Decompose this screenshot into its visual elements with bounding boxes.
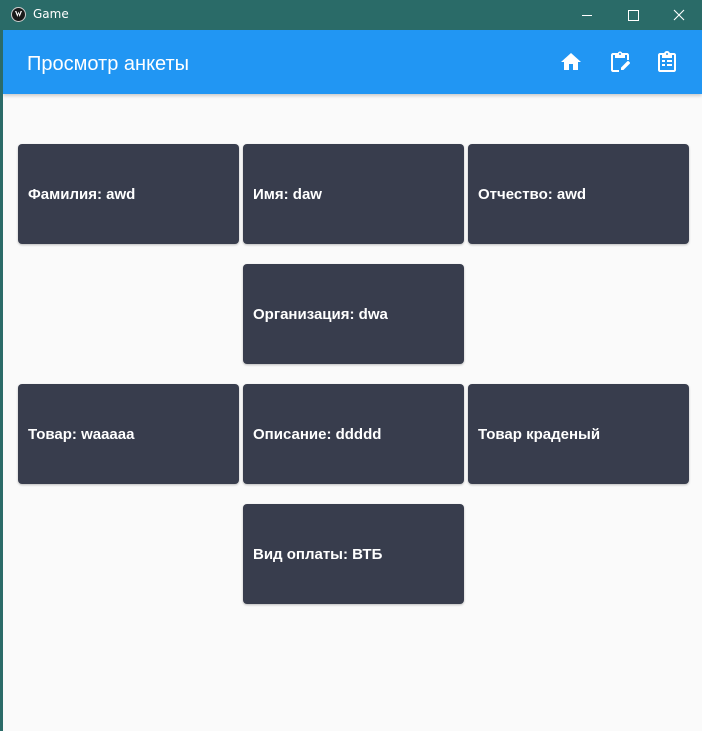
questionnaires-button[interactable]: [653, 48, 681, 76]
home-icon: [561, 53, 581, 70]
close-button[interactable]: [656, 0, 702, 30]
card-label: Вид оплаты: ВТБ: [253, 545, 383, 563]
card-name[interactable]: Имя: daw: [243, 144, 464, 244]
card-payment-method[interactable]: Вид оплаты: ВТБ: [243, 504, 464, 604]
card-label: Товар: waaaaa: [28, 425, 135, 443]
card-label: Товар краденый: [478, 425, 601, 443]
clipboard-edit-icon: [611, 51, 630, 72]
card-organization[interactable]: Организация: dwa: [243, 264, 464, 364]
card-label: Фамилия: awd: [28, 185, 136, 203]
minimize-button[interactable]: [564, 0, 610, 30]
card-stolen-status[interactable]: Товар краденый: [468, 384, 689, 484]
app-logo-icon: [11, 7, 26, 22]
card-patronymic[interactable]: Отчество: awd: [468, 144, 689, 244]
app-window: Просмотр анкеты Фамилия: awd Имя: daw От…: [3, 30, 702, 731]
app-bar: Просмотр анкеты: [3, 30, 702, 94]
clipboard-list-icon: [658, 51, 676, 72]
maximize-button[interactable]: [610, 0, 656, 30]
edit-form-button[interactable]: [606, 48, 634, 76]
page-title: Просмотр анкеты: [27, 53, 190, 75]
card-surname[interactable]: Фамилия: awd: [18, 144, 239, 244]
card-description[interactable]: Описание: ddddd: [243, 384, 464, 484]
card-label: Имя: daw: [253, 185, 322, 203]
window-titlebar: Game: [0, 0, 702, 30]
window-title: Game: [33, 7, 69, 21]
close-icon: [673, 9, 685, 21]
card-label: Описание: ddddd: [253, 425, 382, 443]
card-label: Организация: dwa: [253, 305, 388, 323]
card-product[interactable]: Товар: waaaaa: [18, 384, 239, 484]
card-label: Отчество: awd: [478, 185, 587, 203]
home-button[interactable]: [557, 48, 585, 76]
